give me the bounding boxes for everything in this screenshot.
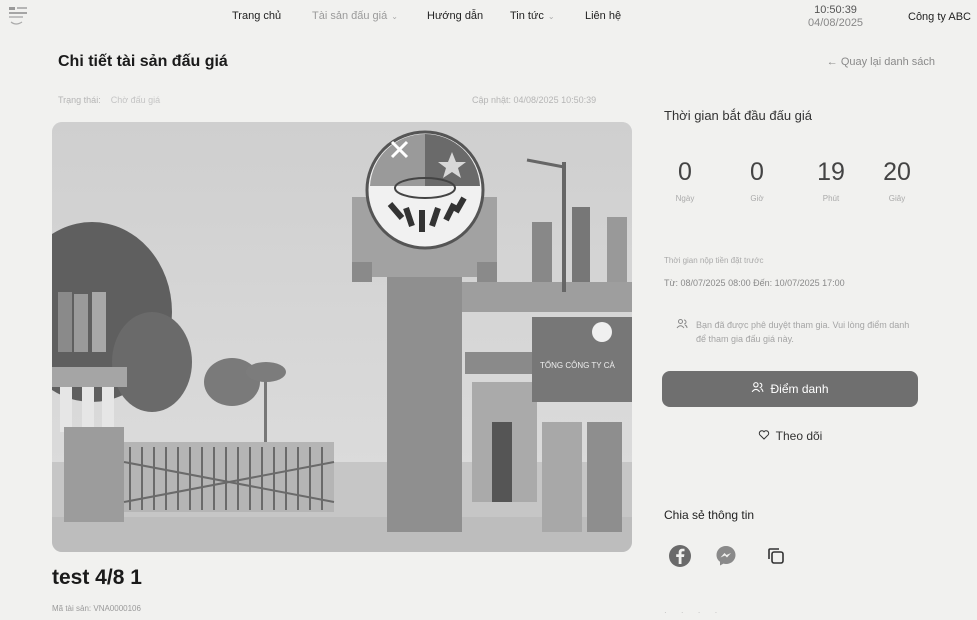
countdown-hours-label: Giờ [750,194,764,203]
deposit-period-label: Thời gian nộp tiền đặt trước [664,256,764,265]
heart-icon [758,429,770,444]
countdown-seconds-value: 20 [883,158,911,186]
copy-icon[interactable] [764,544,788,568]
company-name[interactable]: Công ty ABC [908,11,971,23]
approval-notice-text: Bạn đã được phê duyệt tham gia. Vui lòng… [696,320,910,344]
nav-contact[interactable]: Liên hệ [585,10,621,22]
countdown-days: 0 Ngày [660,158,710,203]
back-to-list-link[interactable]: ← Quay lại danh sách [827,56,935,68]
nav-guide[interactable]: Hướng dẫn [427,10,483,22]
users-icon [676,318,688,330]
asset-code: Mã tài sản: VNA0000106 [52,604,141,613]
nav-assets-label: Tài sản đấu giá [312,10,388,22]
status-row: Trạng thái: Chờ đấu giá [58,95,160,105]
nav-assets[interactable]: Tài sản đấu giá ⌄ [312,10,398,22]
share-title: Chia sẻ thông tin [664,508,755,522]
nav-home-label: Trang chủ [232,10,282,22]
clock-time: 10:50:39 [814,4,857,16]
countdown-hours: 0 Giờ [732,158,782,203]
countdown-seconds-label: Giây [888,194,906,203]
building-sign-text: TỔNG CÔNG TY CÀ [540,361,615,370]
countdown: 0 Ngày 0 Giờ 19 Phút 20 Giây [660,158,930,218]
approval-notice: Bạn đã được phê duyệt tham gia. Vui lòng… [676,318,916,346]
chevron-down-icon: ⌄ [391,12,398,21]
countdown-title: Thời gian bắt đầu đấu giá [664,108,813,123]
messenger-icon[interactable] [714,544,738,568]
nav-news[interactable]: Tin tức ⌄ [510,10,555,22]
status-value: Chờ đấu giá [110,95,161,105]
follow-button-label: Theo dõi [775,429,823,443]
asset-title: test 4/8 1 [52,566,142,589]
clock-date: 04/08/2025 [808,17,864,29]
nav-guide-label: Hướng dẫn [427,10,484,22]
status-label: Trạng thái: [58,95,101,105]
clock: 10:50:39 04/08/2025 [808,4,863,30]
deposit-period-range: Từ: 08/07/2025 08:00 Đến: 10/07/2025 17:… [664,278,845,288]
countdown-seconds: 20 Giây [872,158,922,203]
header: Trang chủ Tài sản đấu giá ⌄ Hướng dẫn Tin… [0,0,977,40]
countdown-days-label: Ngày [675,194,695,203]
chevron-down-icon: ⌄ [547,12,555,21]
checkin-button[interactable]: Điểm danh [662,371,918,407]
follow-button[interactable]: Theo dõi [662,424,918,448]
asset-photo: TỔNG CÔNG TY CÀ [52,122,632,552]
nav-home[interactable]: Trang chủ [232,10,281,22]
nav-news-label: Tin tức [510,10,544,22]
page-title: Chi tiết tài sản đấu giá [58,53,228,70]
countdown-hours-value: 0 [750,158,764,186]
countdown-days-value: 0 [678,158,692,186]
checkin-button-label: Điểm danh [770,382,829,396]
nav-contact-label: Liên hệ [585,10,622,22]
countdown-minutes: 19 Phút [806,158,856,203]
facebook-icon[interactable] [668,544,692,568]
countdown-minutes-label: Phút [822,194,840,203]
bottom-divider: · · · · [664,608,724,617]
countdown-minutes-value: 19 [817,158,845,186]
users-icon [751,381,764,397]
updated-timestamp: Cập nhật: 04/08/2025 10:50:39 [472,95,597,105]
